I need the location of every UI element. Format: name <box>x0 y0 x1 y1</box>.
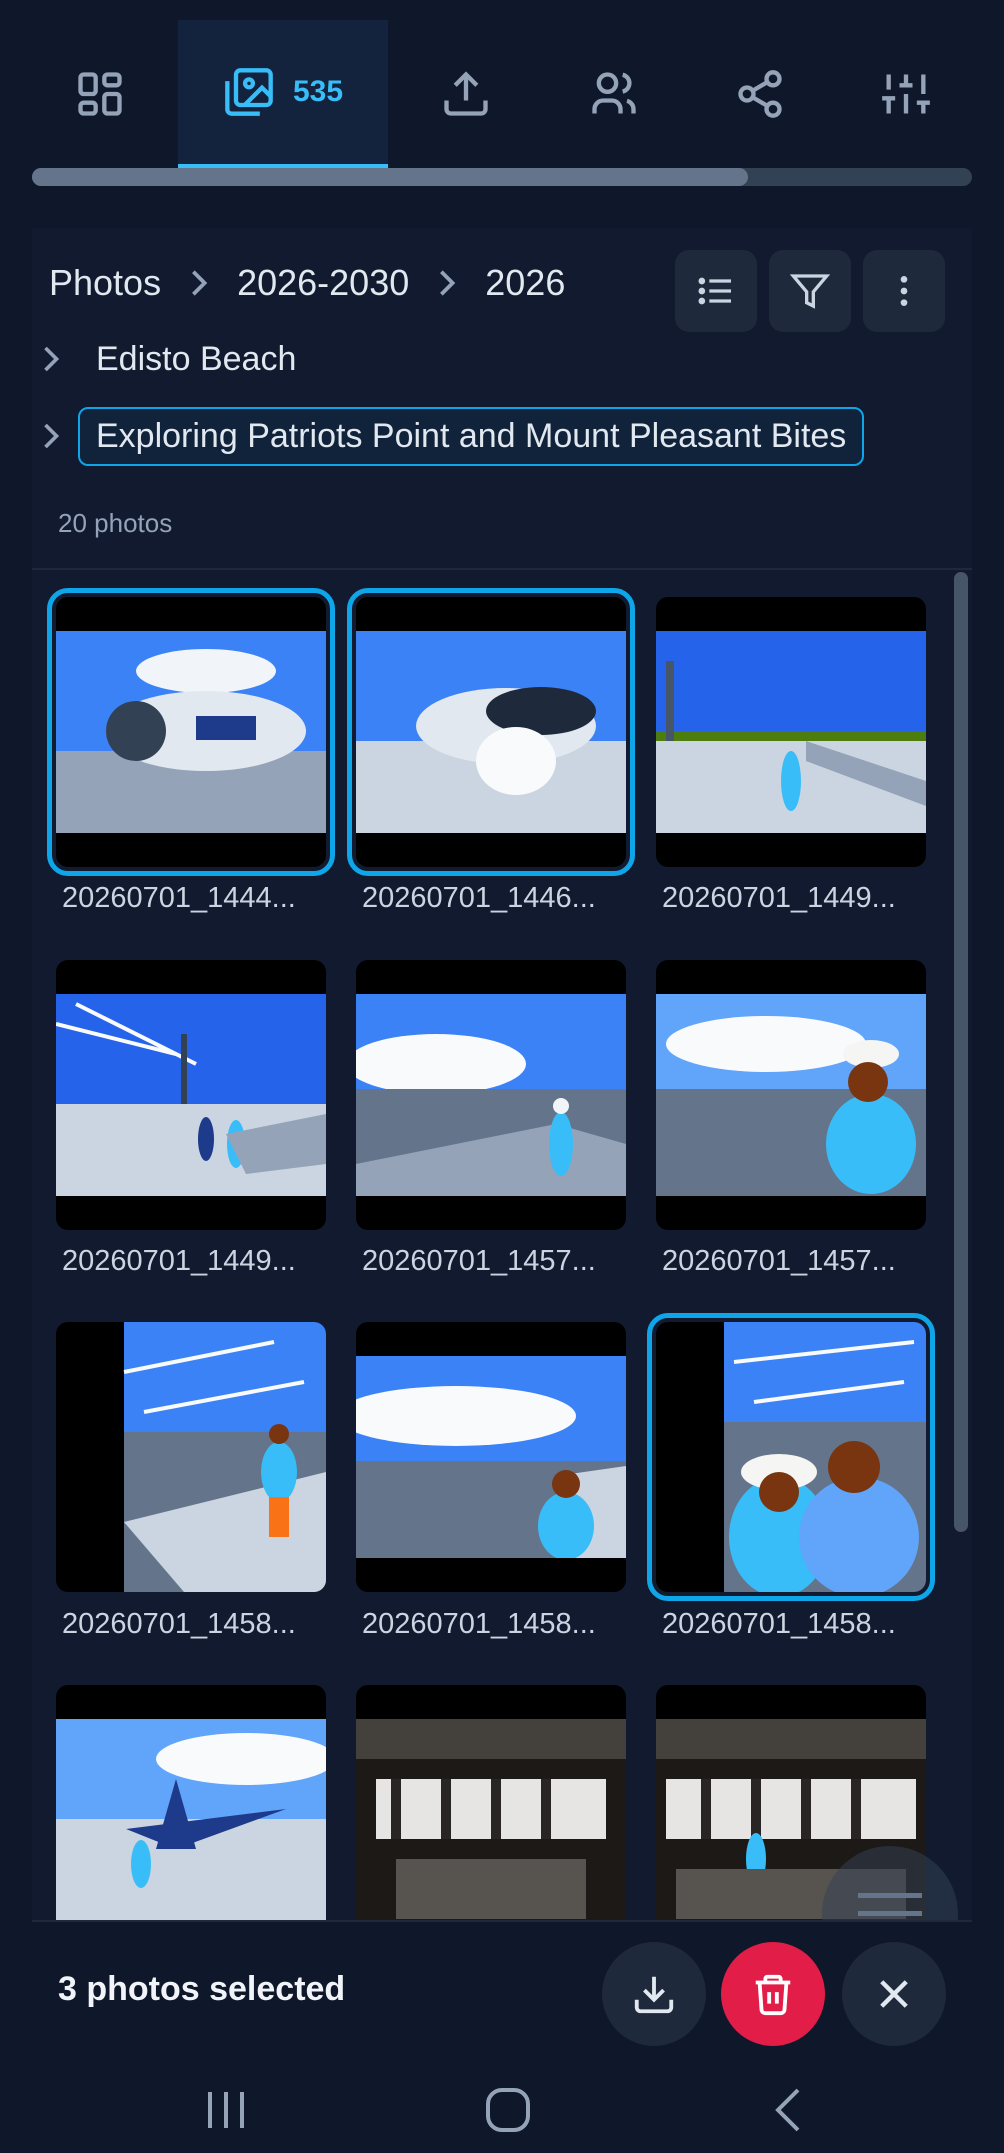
photo-caption: 20260701_1458... <box>62 1608 296 1640</box>
photo-caption: 20260701_1457... <box>362 1245 596 1277</box>
photo-image <box>56 1719 326 1920</box>
close-selection-button[interactable] <box>842 1942 946 2046</box>
breadcrumb-item-photos[interactable]: Photos <box>49 262 161 304</box>
tab-share[interactable] <box>700 20 820 168</box>
breadcrumb-item-range[interactable]: 2026-2030 <box>237 262 409 304</box>
photo-thumbnail[interactable] <box>356 960 626 1230</box>
people-icon <box>588 68 640 120</box>
scrollbar-thumb[interactable] <box>32 168 748 186</box>
breadcrumb-item-year[interactable]: 2026 <box>485 262 565 304</box>
breadcrumb: Photos 2026-2030 2026 <box>49 250 565 316</box>
photo-image <box>123 1322 326 1592</box>
sliders-icon <box>880 68 932 120</box>
photo-caption: 20260701_1458... <box>662 1608 896 1640</box>
photo-thumbnail[interactable] <box>356 1322 626 1592</box>
photo-caption: 20260701_1457... <box>662 1245 896 1277</box>
photo-image <box>724 1322 926 1592</box>
delete-button[interactable] <box>721 1942 825 2046</box>
album-row-selected[interactable]: Exploring Patriots Point and Mount Pleas… <box>40 401 865 471</box>
share-icon <box>734 68 786 120</box>
photo-thumbnail[interactable] <box>347 588 635 876</box>
photo-caption: 20260701_1458... <box>362 1608 596 1640</box>
selection-count: 3 photos selected <box>58 1970 346 2008</box>
back-icon[interactable] <box>772 2086 804 2134</box>
photo-caption: 20260701_1446... <box>362 882 596 914</box>
photo-thumbnail[interactable] <box>356 1685 626 1920</box>
photo-image <box>56 631 326 833</box>
photo-thumbnail[interactable] <box>56 960 326 1230</box>
photo-grid: 20260701_1444... 20260701_1446... 202607… <box>32 570 952 1920</box>
chevron-right-icon[interactable] <box>40 344 70 374</box>
photo-image <box>656 631 926 833</box>
home-icon[interactable] <box>484 2086 532 2134</box>
photo-image <box>656 994 926 1196</box>
list-view-button[interactable] <box>675 250 757 332</box>
vertical-scrollbar[interactable] <box>952 572 970 1532</box>
list-icon <box>696 271 736 311</box>
trash-icon <box>750 1971 796 2017</box>
photo-caption: 20260701_1444... <box>62 882 296 914</box>
photo-thumbnail[interactable] <box>656 960 926 1230</box>
close-icon <box>873 1973 915 2015</box>
photo-thumbnail[interactable] <box>647 1313 935 1601</box>
more-vertical-icon <box>884 271 924 311</box>
upload-icon <box>440 68 492 120</box>
chevron-right-icon[interactable] <box>40 421 70 451</box>
photo-thumbnail[interactable] <box>47 588 335 876</box>
photo-image <box>356 1719 626 1920</box>
chevron-right-icon <box>435 268 459 298</box>
photo-count-label: 20 photos <box>58 508 173 538</box>
filter-button[interactable] <box>769 250 851 332</box>
photo-caption: 20260701_1449... <box>62 1245 296 1277</box>
photo-thumbnail[interactable] <box>656 597 926 867</box>
tab-upload[interactable] <box>406 20 526 168</box>
tab-settings[interactable] <box>846 20 966 168</box>
tab-photos[interactable]: 535 <box>178 20 388 168</box>
scrollbar-thumb[interactable] <box>954 572 968 1532</box>
photos-icon <box>223 66 275 118</box>
recent-apps-icon[interactable] <box>204 2088 248 2132</box>
photo-image <box>356 1356 626 1558</box>
top-nav: 535 <box>0 0 1004 168</box>
grid-icon <box>74 68 126 120</box>
photo-image <box>56 994 326 1196</box>
photo-caption: 20260701_1449... <box>662 882 896 914</box>
horizontal-scrollbar[interactable] <box>32 168 972 186</box>
photo-count: 535 <box>292 75 344 108</box>
photo-thumbnail[interactable] <box>56 1322 326 1592</box>
more-options-button[interactable] <box>863 250 945 332</box>
system-nav-bar <box>0 2068 1004 2153</box>
album-name[interactable]: Edisto Beach <box>96 340 296 379</box>
photo-image <box>356 994 626 1196</box>
photo-image <box>356 631 626 833</box>
tab-people[interactable] <box>554 20 674 168</box>
album-row[interactable]: Edisto Beach <box>40 324 296 394</box>
filter-icon <box>790 271 830 311</box>
download-icon <box>631 1971 677 2017</box>
album-name[interactable]: Exploring Patriots Point and Mount Pleas… <box>78 406 865 466</box>
photo-thumbnail[interactable] <box>56 1685 326 1920</box>
chevron-right-icon <box>187 268 211 298</box>
tab-dashboard[interactable] <box>40 20 160 168</box>
download-button[interactable] <box>602 1942 706 2046</box>
